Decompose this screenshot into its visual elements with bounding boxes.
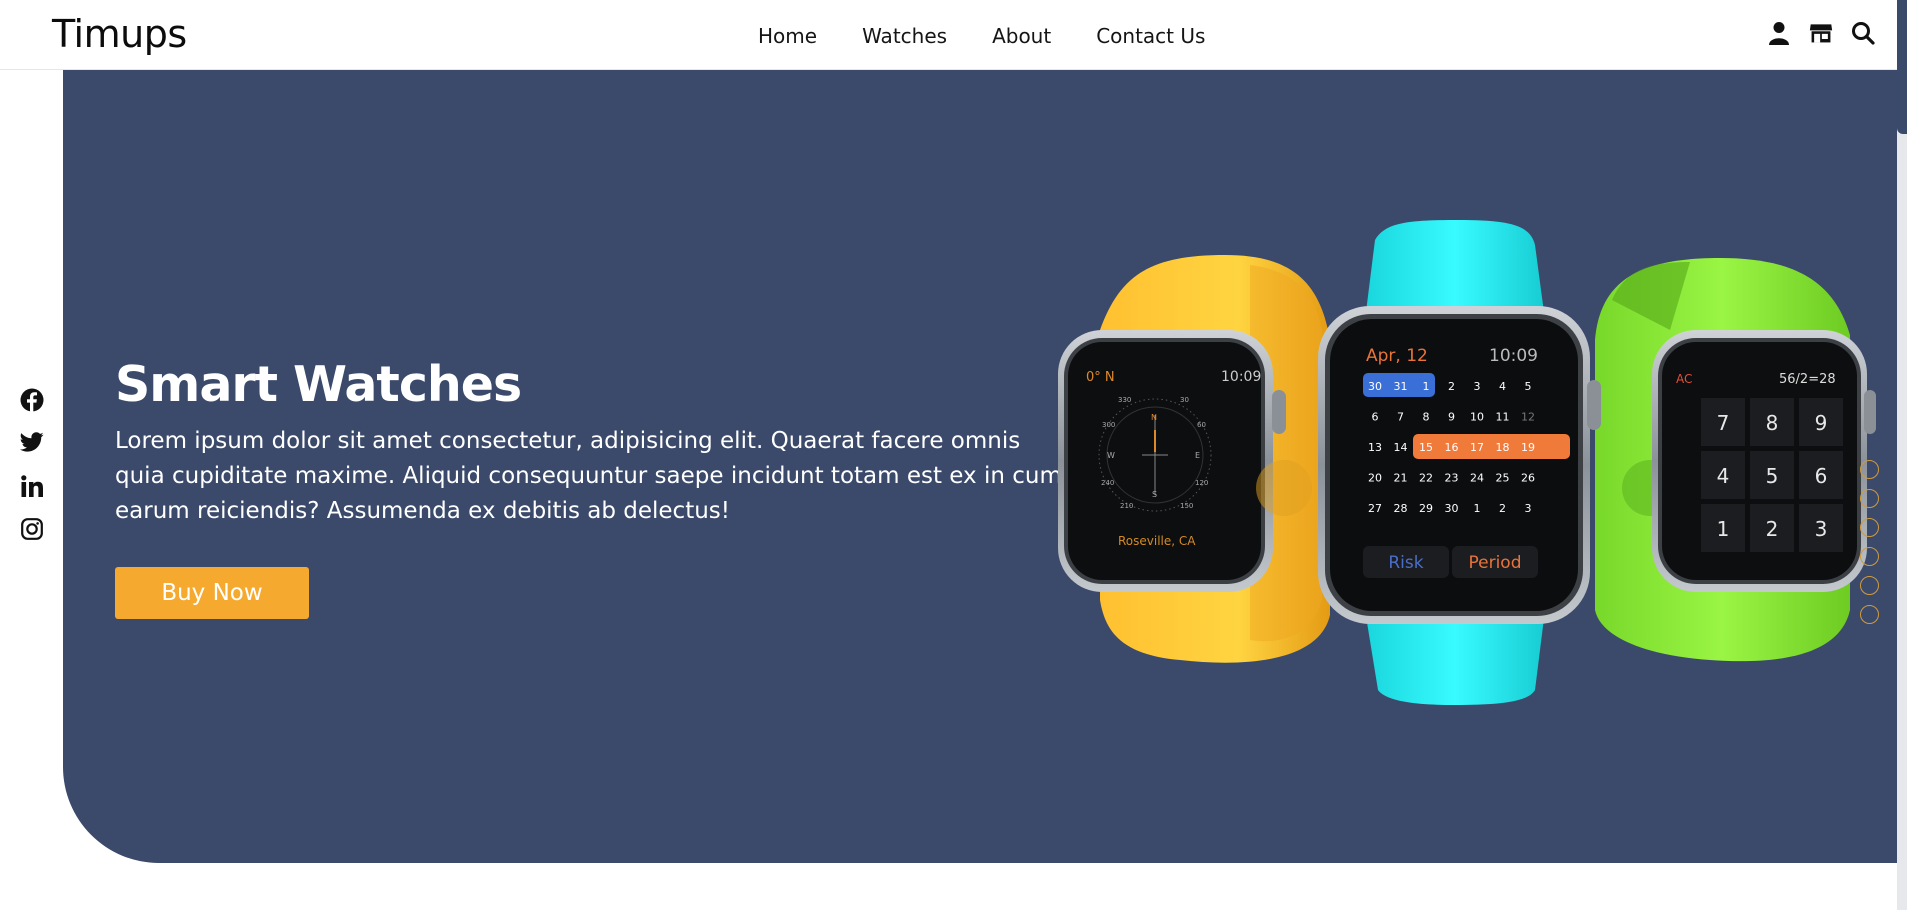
calendar-day: 19 [1521, 441, 1535, 454]
svg-text:30: 30 [1180, 396, 1189, 404]
calendar-day: 11 [1496, 411, 1510, 424]
calendar-day: 21 [1394, 472, 1408, 485]
calendar-day: 22 [1419, 472, 1433, 485]
calc-key-label: 8 [1766, 411, 1779, 435]
yellow-watch: 0° N 10:09 N S E W 330 30 60 120 150 210… [1058, 255, 1330, 663]
slider-dot[interactable] [1860, 460, 1879, 479]
calc-key-label: 9 [1815, 411, 1828, 435]
calendar-day: 3 [1525, 502, 1532, 515]
calculator-screen: AC 56/2=28 7 8 9 4 5 6 1 2 3 [1676, 372, 1843, 552]
page-scrollbar[interactable] [1897, 0, 1907, 910]
calc-clear: AC [1676, 372, 1692, 386]
calendar-day: 2 [1499, 502, 1506, 515]
svg-text:330: 330 [1118, 396, 1131, 404]
hero-description: Lorem ipsum dolor sit amet consectetur, … [115, 428, 1062, 524]
svg-text:300: 300 [1102, 421, 1115, 429]
calendar-day: 14 [1394, 441, 1408, 454]
calendar-day: 26 [1521, 472, 1535, 485]
calendar-day: 30 [1368, 380, 1382, 393]
calendar-day: 2 [1448, 380, 1455, 393]
compass-time: 10:09 [1221, 369, 1261, 385]
calendar-risk-label: Risk [1388, 553, 1423, 573]
top-header: Timups Home Watches About Contact Us [0, 0, 1897, 70]
buy-now-button[interactable]: Buy Now [115, 567, 309, 619]
header-actions [1767, 20, 1875, 46]
calendar-period-label: Period [1468, 553, 1521, 573]
calendar-day: 9 [1448, 411, 1455, 424]
nav-contact-us[interactable]: Contact Us [1096, 24, 1205, 48]
scrollbar-thumb[interactable] [1897, 0, 1907, 134]
social-links [19, 387, 44, 542]
calendar-day: 13 [1368, 441, 1382, 454]
svg-text:N: N [1151, 413, 1157, 422]
svg-text:120: 120 [1195, 479, 1208, 487]
slider-dot[interactable] [1860, 489, 1879, 508]
linkedin-icon[interactable] [19, 473, 44, 499]
calendar-day: 8 [1423, 411, 1430, 424]
calendar-day: 5 [1525, 380, 1532, 393]
slider-pagination [1860, 460, 1879, 624]
calendar-day: 31 [1394, 380, 1408, 393]
calendar-day: 6 [1372, 411, 1379, 424]
calc-key-label: 4 [1717, 464, 1730, 488]
calc-key-label: 7 [1717, 411, 1730, 435]
smart-watches-image: 0° N 10:09 N S E W 330 30 60 120 150 210… [1058, 220, 1876, 705]
hero-title: Smart Watches [115, 356, 522, 413]
calendar-day: 3 [1474, 380, 1481, 393]
green-watch: AC 56/2=28 7 8 9 4 5 6 1 2 3 [1595, 258, 1876, 662]
calendar-day: 15 [1419, 441, 1433, 454]
calendar-day: 29 [1419, 502, 1433, 515]
calc-key-label: 2 [1766, 517, 1779, 541]
calendar-day: 7 [1397, 411, 1404, 424]
calendar-day: 25 [1496, 472, 1510, 485]
calendar-day: 27 [1368, 502, 1382, 515]
slider-dot[interactable] [1860, 605, 1879, 624]
facebook-icon[interactable] [19, 387, 44, 413]
cyan-watch: Apr, 12 10:09 30 31 1 2 3 4 56 7 8 9 10 11 1213 14 15 1… [1318, 220, 1601, 705]
calc-key-label: 6 [1815, 464, 1828, 488]
calendar-day: 1 [1474, 502, 1481, 515]
calendar-day: 18 [1496, 441, 1510, 454]
slider-dot[interactable] [1860, 576, 1879, 595]
calendar-day: 23 [1445, 472, 1459, 485]
svg-text:60: 60 [1197, 421, 1206, 429]
site-logo[interactable]: Timups [52, 12, 187, 56]
svg-text:W: W [1107, 451, 1115, 460]
twitter-icon[interactable] [19, 430, 44, 456]
calendar-day: 28 [1394, 502, 1408, 515]
slider-dot[interactable] [1860, 518, 1879, 537]
calendar-month: Apr, 12 [1366, 346, 1428, 366]
compass-location: Roseville, CA [1118, 534, 1196, 548]
calc-key-label: 5 [1766, 464, 1779, 488]
compass-heading: 0° N [1086, 370, 1115, 385]
search-icon[interactable] [1851, 20, 1875, 46]
calc-key-label: 3 [1815, 517, 1828, 541]
calendar-day: 4 [1499, 380, 1506, 393]
svg-text:E: E [1195, 451, 1200, 460]
calendar-day: 1 [1423, 380, 1430, 393]
store-icon[interactable] [1809, 20, 1833, 46]
calendar-day: 10 [1470, 411, 1484, 424]
nav-watches[interactable]: Watches [862, 24, 947, 48]
calendar-day: 24 [1470, 472, 1484, 485]
calc-display: 56/2=28 [1779, 372, 1836, 387]
user-icon[interactable] [1767, 20, 1791, 46]
calendar-day: 30 [1445, 502, 1459, 515]
nav-about[interactable]: About [992, 24, 1051, 48]
calendar-day: 17 [1470, 441, 1484, 454]
svg-text:240: 240 [1101, 479, 1114, 487]
calendar-day: 12 [1521, 411, 1535, 424]
main-nav: Home Watches About Contact Us [758, 24, 1250, 48]
svg-text:150: 150 [1180, 502, 1193, 510]
instagram-icon[interactable] [19, 516, 44, 542]
calendar-time: 10:09 [1489, 346, 1538, 366]
svg-text:S: S [1152, 490, 1157, 499]
calc-key-label: 1 [1717, 517, 1730, 541]
nav-home[interactable]: Home [758, 24, 817, 48]
slider-dot[interactable] [1860, 547, 1879, 566]
calendar-day: 20 [1368, 472, 1382, 485]
svg-text:210: 210 [1120, 502, 1133, 510]
calendar-day: 16 [1445, 441, 1459, 454]
